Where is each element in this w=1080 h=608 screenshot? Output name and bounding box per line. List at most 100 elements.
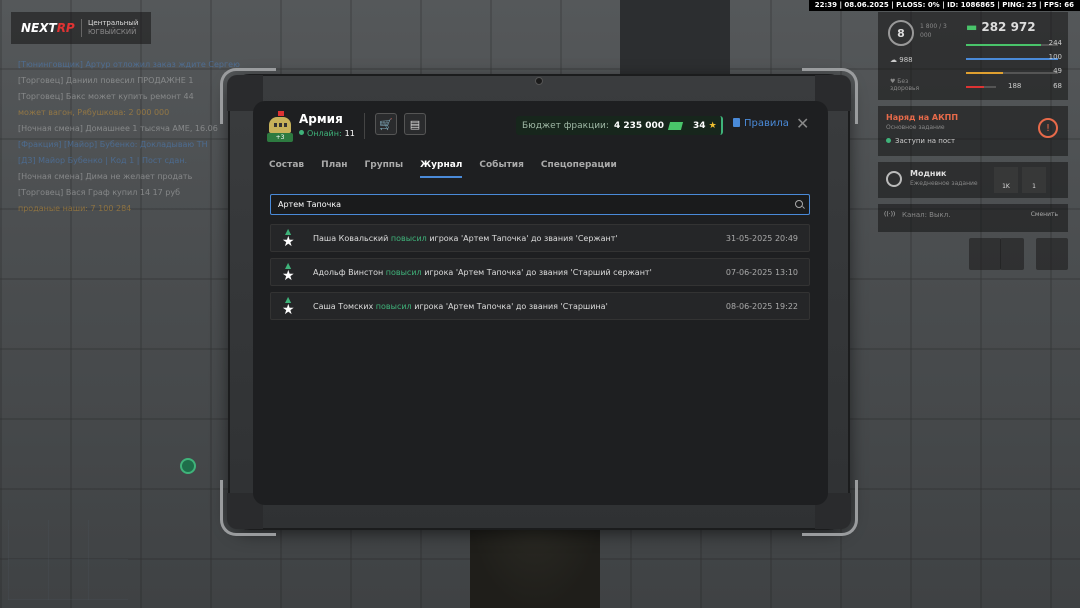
tab-3[interactable]: Журнал — [420, 160, 463, 178]
task-card: Наряд на АКПП Основное задание Заступи н… — [878, 106, 1068, 156]
bell-icon[interactable] — [1036, 238, 1068, 270]
log-action: повысил — [375, 302, 412, 311]
bar-value: 244 — [1048, 39, 1062, 47]
task-title: Наряд на АКПП — [886, 113, 959, 122]
server-logo: NEXTRP Центральный ЮГВЫЙСКИЙ — [11, 12, 151, 44]
log-target: игрока 'Артем Тапочка' до звания 'Сержан… — [429, 234, 618, 243]
log-date: 31-05-2025 20:49 — [725, 234, 798, 243]
bar-value: 68 — [1053, 82, 1062, 90]
bar-value: 49 — [1053, 67, 1062, 75]
log-date: 07-06-2025 13:10 — [725, 268, 798, 277]
hunger-bar — [966, 72, 1058, 74]
chat-line: [Фракция] [Майор] Бубенко: Докладываю ТН — [18, 140, 208, 149]
window — [274, 123, 277, 127]
window — [279, 123, 282, 127]
log-row: ▲ ★ Саша Томских повысил игрока 'Артем Тап… — [270, 292, 810, 320]
camera-icon — [535, 77, 543, 85]
star-icon: ★ — [282, 268, 295, 284]
log-text: Адольф Винстон повысил игрока 'Артем Тап… — [313, 268, 652, 277]
faction-name: Армия — [299, 112, 343, 126]
calculator-icon[interactable]: ▤ — [404, 113, 426, 135]
chat-line: проданые наши: 7 100 284 — [18, 204, 132, 213]
log-actor: Саша Томских — [313, 302, 374, 311]
reward-item: 1 — [1022, 167, 1046, 193]
chat-line: [Торговец] Вася Граф купил 14 17 руб — [18, 188, 181, 197]
log-action: повысил — [390, 234, 427, 243]
tab-4[interactable]: События — [479, 160, 524, 178]
chat-log: [Тюнинговщик] Артур отложил заказ ждите … — [18, 57, 248, 217]
chat-line: [Ночная смена] Домашнее 1 тысяча АМЕ, 16… — [18, 124, 218, 133]
rank-up-icon: ▲ ★ — [280, 262, 298, 284]
cart-icon[interactable]: 🛒 — [375, 113, 397, 135]
faction-panel: +3 Армия Онлайн: 11 🛒 ▤ Бюджет фракции: 4… — [253, 101, 828, 505]
log-text: Саша Томских повысил игрока 'Артем Тапоч… — [313, 302, 608, 311]
star-icon: ★ — [708, 120, 717, 131]
calendar-icon[interactable] — [969, 238, 1001, 270]
task-goal: Заступи на пост — [886, 137, 1060, 145]
daily-task-card: Модник Ежедневное задание 1K 1 — [878, 162, 1068, 198]
logo-brand: NEXTRP — [21, 21, 75, 35]
thirst-bar — [966, 86, 996, 88]
tab-2[interactable]: Группы — [365, 160, 404, 178]
tab-5[interactable]: Спецоперации — [541, 160, 617, 178]
globe-icon — [886, 171, 902, 187]
task-subtitle: Основное задание — [886, 124, 945, 131]
level-badge: 8 — [888, 20, 914, 46]
star-icon: ★ — [282, 302, 295, 318]
chat-line: [Ночная смена] Дима не желает продать — [18, 172, 193, 181]
reward-cash: 1K — [994, 167, 1018, 193]
hud-right: 8 1 800 / 3 000 ▬ 282 972 ☁ 988 ♥ Без здо… — [878, 12, 1068, 270]
chat-line: [Торговец] Даниил повесил ПРОДАЖНЕ 1 — [18, 76, 194, 85]
tab-0[interactable]: Состав — [269, 160, 304, 178]
budget-amount: 4 235 000 — [613, 120, 665, 131]
rank-up-icon: ▲ ★ — [280, 296, 298, 318]
log-target: игрока 'Артем Тапочка' до звания 'Старши… — [424, 268, 652, 277]
log-row: ▲ ★ Адольф Винстон повысил игрока 'Артем Т… — [270, 258, 810, 286]
window — [284, 123, 287, 127]
online-status: Онлайн: 11 — [299, 129, 355, 138]
rules-link[interactable]: Правила — [733, 118, 789, 129]
chat-line: [Тюнинговщик] Артур отложил заказ ждите … — [18, 60, 240, 69]
cash-icon — [667, 121, 684, 130]
radio-card: Канал: Выкл. Сменить — [878, 204, 1068, 232]
close-icon[interactable]: ✕ — [796, 114, 809, 133]
stat-c: 188 — [1008, 82, 1022, 90]
log-text: Паша Ковальский повысил игрока 'Артем Та… — [313, 234, 618, 243]
map-marker-icon — [180, 458, 196, 474]
logo-server: Центральный ЮГВЫЙСКИЙ — [81, 19, 138, 37]
player-stats: 8 1 800 / 3 000 ▬ 282 972 ☁ 988 ♥ Без здо… — [878, 12, 1068, 100]
radio-switch[interactable]: Сменить — [1031, 211, 1058, 218]
player-money: ▬ 282 972 — [966, 20, 1036, 34]
log-target: игрока 'Артем Тапочка' до звания 'Старши… — [414, 302, 608, 311]
stat-b: ♥ Без здоровья — [890, 78, 920, 92]
faction-icon: +3 — [267, 111, 293, 143]
faction-budget: Бюджет фракции: 4 235 000 34 ★ — [516, 116, 723, 135]
search-icon[interactable] — [795, 200, 803, 208]
log-date: 08-06-2025 19:22 — [725, 302, 798, 311]
tab-bar: Состав План Группы Журнал События Спецопераци… — [269, 160, 634, 178]
journal-log: ▲ ★ Паша Ковальский повысил игрока 'Артем … — [270, 224, 810, 326]
rank-up-icon: ▲ ★ — [280, 228, 298, 250]
health-bar — [966, 44, 1058, 46]
status-bar: 22:39 | 08.06.2025 | P.LOSS: 0% | ID: 10… — [808, 0, 1080, 11]
flag-icon — [278, 111, 284, 116]
stat-a: ☁ 988 — [890, 56, 913, 64]
pause-icon[interactable] — [1000, 238, 1024, 270]
budget-label: Бюджет фракции: — [522, 120, 609, 131]
tab-1[interactable]: План — [321, 160, 347, 178]
log-row: ▲ ★ Паша Ковальский повысил игрока 'Артем … — [270, 224, 810, 252]
chat-line: [Д3] Майор Бубенко | Код 1 | Пост сдан. — [18, 156, 188, 165]
star-icon: ★ — [282, 234, 295, 250]
faction-badge: +3 — [267, 133, 293, 142]
search-box — [270, 194, 810, 215]
log-actor: Паша Ковальский — [313, 234, 389, 243]
divider — [364, 113, 365, 139]
armor-bar — [966, 58, 1058, 60]
alert-icon: ! — [1038, 118, 1058, 138]
cash-icon: ▬ — [966, 20, 978, 34]
search-input[interactable] — [271, 195, 781, 214]
log-actor: Адольф Винстон — [313, 268, 384, 277]
stars-count: 34 — [693, 120, 706, 131]
panel-header: +3 Армия Онлайн: 11 🛒 ▤ Бюджет фракции: 4… — [253, 101, 828, 151]
chat-line: [Торговец] Бакс может купить ремонт 44 — [18, 92, 194, 101]
